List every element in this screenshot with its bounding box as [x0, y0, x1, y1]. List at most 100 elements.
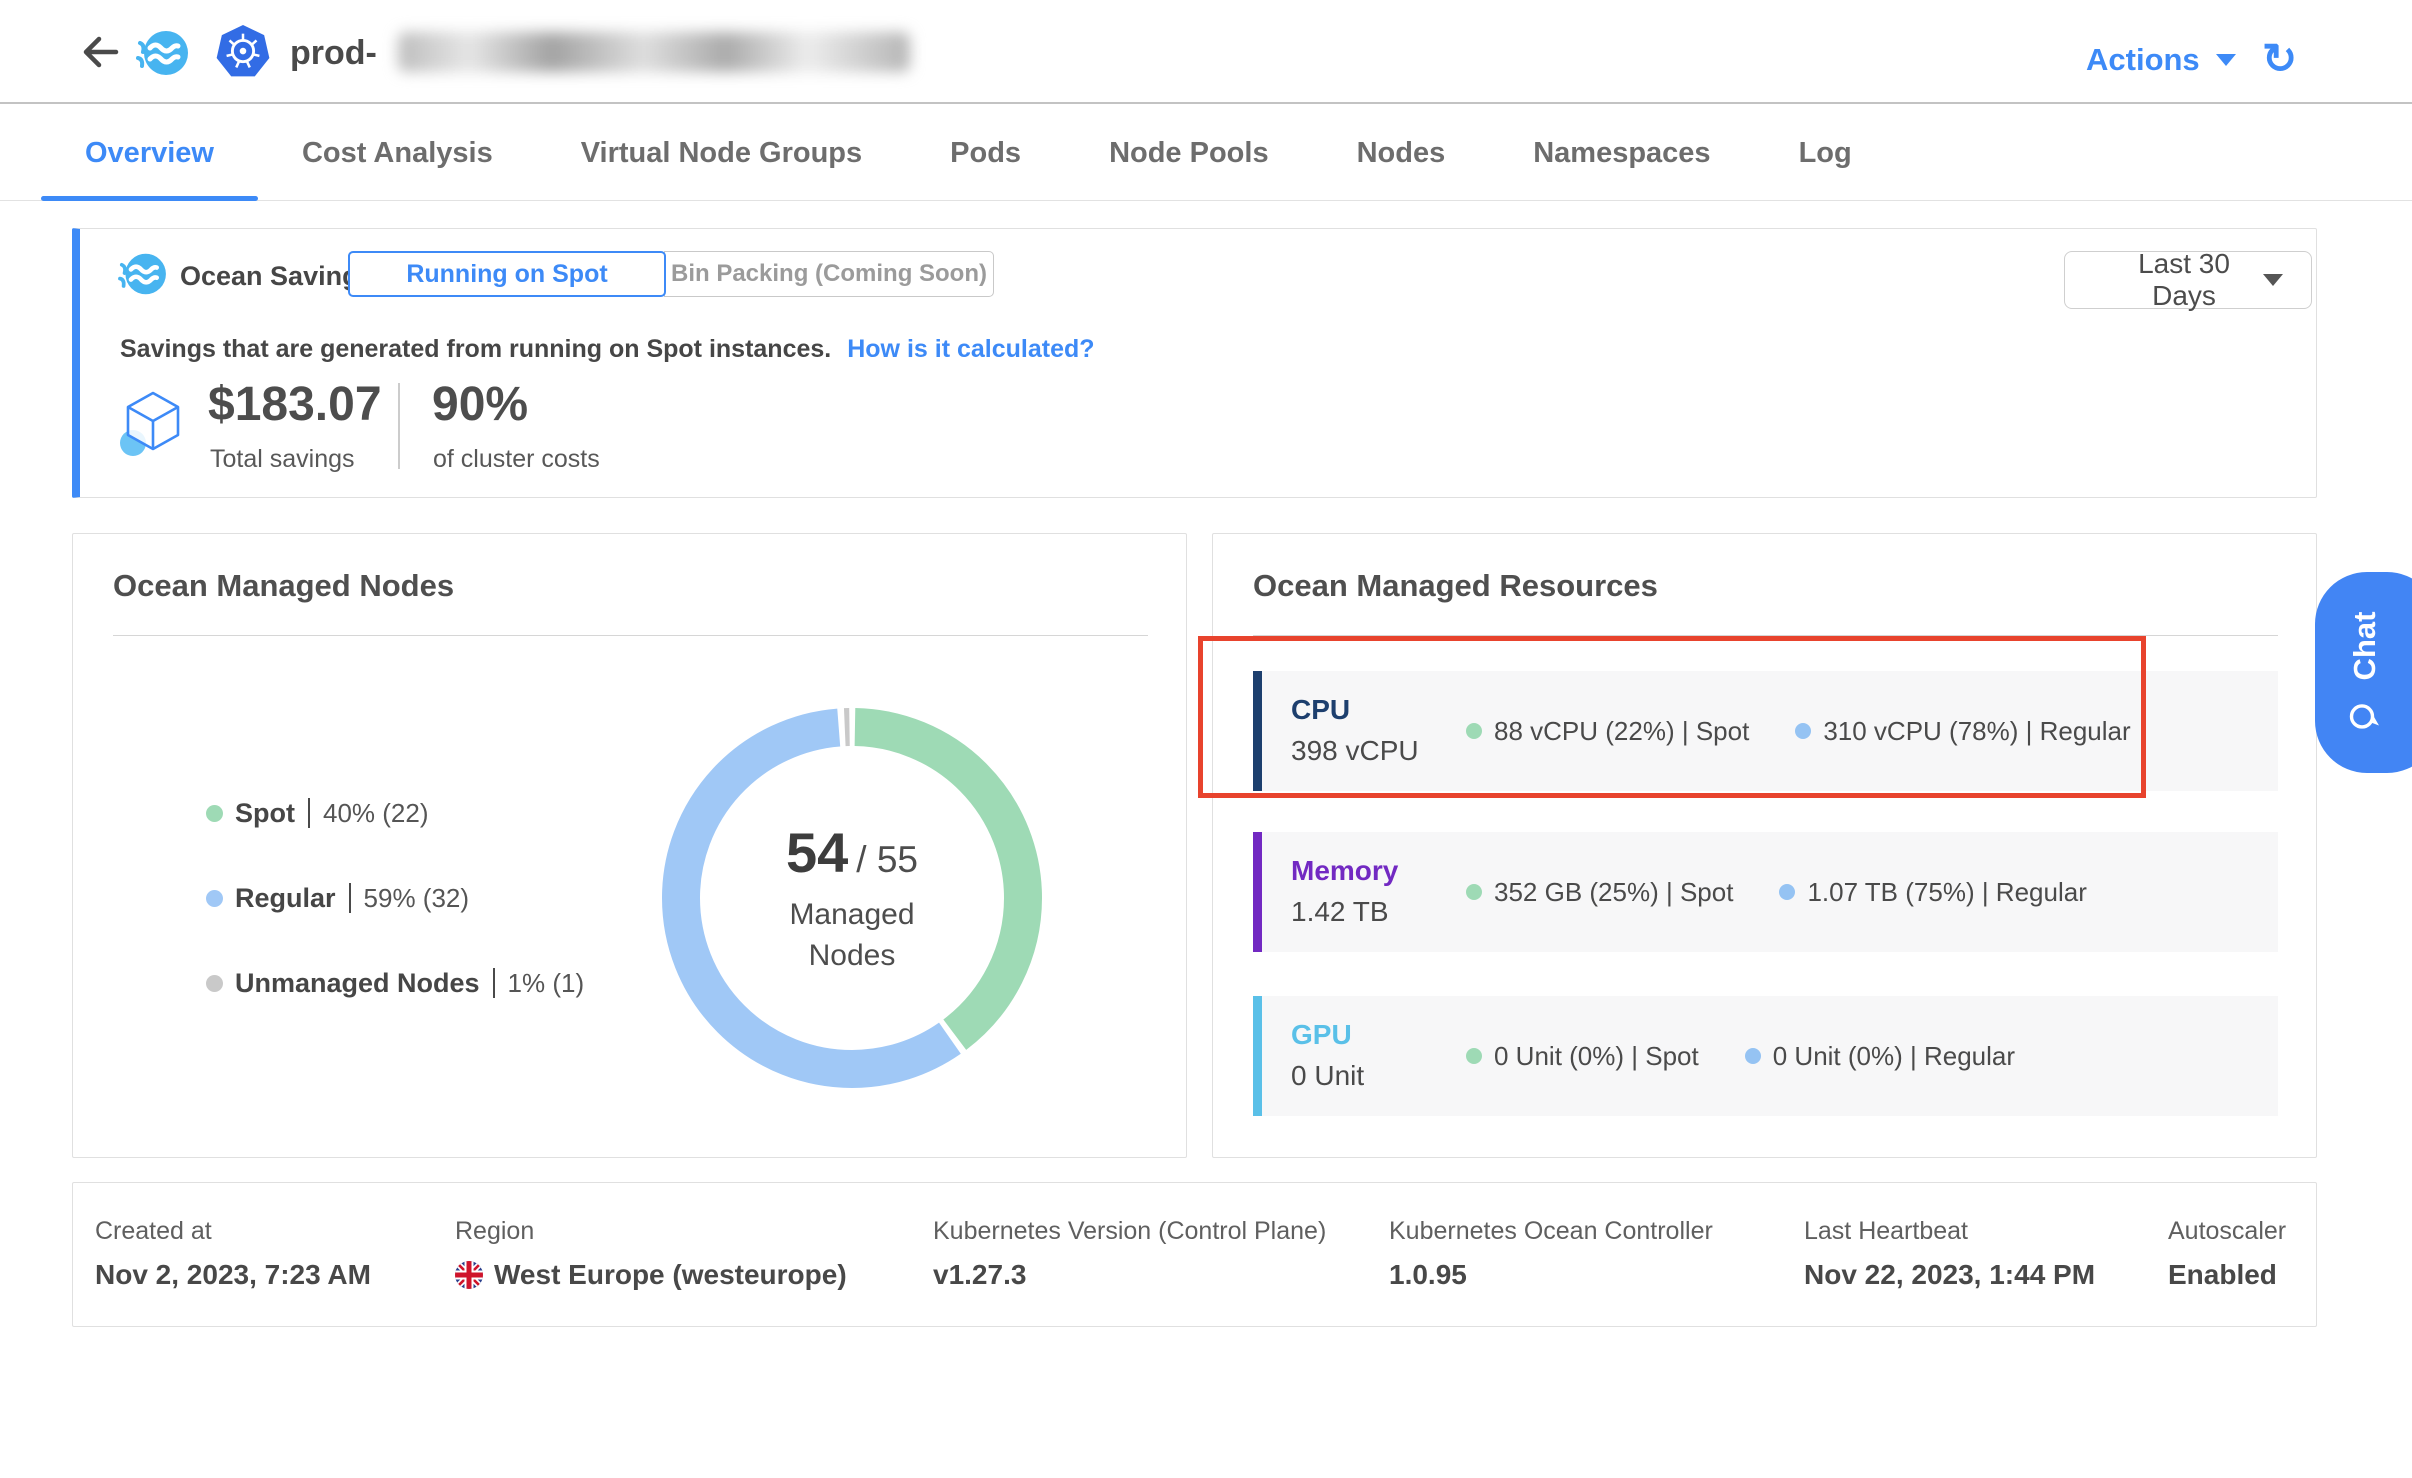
- divider: [1253, 635, 2278, 636]
- refresh-button[interactable]: ↻: [2262, 38, 2297, 80]
- legend-value: 1% (1): [508, 968, 585, 999]
- cluster-cost-percent-label: of cluster costs: [433, 445, 600, 474]
- footer-label: Kubernetes Version (Control Plane): [933, 1217, 1326, 1246]
- actions-button[interactable]: Actions: [2086, 42, 2236, 78]
- legend-value: 59% (32): [364, 883, 470, 914]
- chat-button[interactable]: Chat: [2315, 572, 2412, 773]
- footer-value: 1.0.95: [1389, 1259, 1713, 1291]
- footer-label: Last Heartbeat: [1804, 1217, 2095, 1246]
- tab-virtual-node-groups[interactable]: Virtual Node Groups: [537, 106, 906, 200]
- managed-nodes-panel: Ocean Managed Nodes Spot 40% (22) Regula…: [72, 533, 1187, 1158]
- ocean-logo-icon: [134, 28, 190, 78]
- savings-description: Savings that are generated from running …: [120, 335, 831, 364]
- cpu-regular-stat: 310 vCPU (78%) | Regular: [1823, 716, 2130, 747]
- tab-bar: Overview Cost Analysis Virtual Node Grou…: [0, 106, 2412, 201]
- unmanaged-dot-icon: [206, 975, 223, 992]
- resource-row-gpu: GPU 0 Unit 0 Unit (0%) | Spot 0 Unit (0%…: [1253, 996, 2278, 1116]
- back-arrow-icon: [76, 30, 124, 74]
- cluster-name-redacted: [398, 32, 910, 72]
- footer-ocean-controller: Kubernetes Ocean Controller 1.0.95: [1389, 1217, 1713, 1291]
- memory-spot-stat: 352 GB (25%) | Spot: [1494, 877, 1733, 908]
- vertical-divider: [398, 383, 400, 469]
- chevron-down-icon: [2216, 54, 2236, 66]
- chat-label: Chat: [2347, 611, 2383, 680]
- period-dropdown-value: Last 30 Days: [2105, 248, 2263, 312]
- memory-accent-bar: [1253, 832, 1262, 952]
- memory-total: 1.42 TB: [1291, 896, 1466, 928]
- spot-dot-icon: [1466, 723, 1482, 739]
- actions-label: Actions: [2086, 42, 2200, 78]
- total-savings-value: $183.07: [208, 377, 382, 432]
- cpu-total: 398 vCPU: [1291, 735, 1466, 767]
- memory-name: Memory: [1291, 856, 1466, 887]
- tab-node-pools[interactable]: Node Pools: [1065, 106, 1313, 200]
- legend-separator: [493, 968, 495, 998]
- footer-label: Kubernetes Ocean Controller: [1389, 1217, 1713, 1246]
- chevron-down-icon: [2263, 274, 2283, 286]
- tab-cost-analysis[interactable]: Cost Analysis: [258, 106, 537, 200]
- gpu-spot-stat: 0 Unit (0%) | Spot: [1494, 1041, 1699, 1072]
- header: prod- Actions ↻: [0, 0, 2412, 104]
- managed-nodes-title: Ocean Managed Nodes: [113, 568, 454, 604]
- footer-last-heartbeat: Last Heartbeat Nov 22, 2023, 1:44 PM: [1804, 1217, 2095, 1291]
- back-button[interactable]: [76, 30, 124, 74]
- gpu-regular-stat: 0 Unit (0%) | Regular: [1773, 1041, 2015, 1072]
- tab-namespaces[interactable]: Namespaces: [1489, 106, 1754, 200]
- legend-item-regular[interactable]: Regular 59% (32): [206, 881, 469, 915]
- legend-item-spot[interactable]: Spot 40% (22): [206, 796, 429, 830]
- period-dropdown[interactable]: Last 30 Days: [2064, 251, 2312, 309]
- cluster-info-footer: Created at Nov 2, 2023, 7:23 AM Region W…: [72, 1182, 2317, 1327]
- total-savings-label: Total savings: [210, 445, 355, 474]
- donut-chart-svg: [662, 708, 1042, 1088]
- spot-dot-icon: [206, 805, 223, 822]
- resource-row-cpu: CPU 398 vCPU 88 vCPU (22%) | Spot 310 vC…: [1253, 671, 2278, 791]
- footer-autoscaler: Autoscaler Enabled: [2168, 1217, 2286, 1291]
- resource-row-memory: Memory 1.42 TB 352 GB (25%) | Spot 1.07 …: [1253, 832, 2278, 952]
- legend-label: Spot: [235, 798, 295, 829]
- spot-dot-icon: [1466, 1048, 1482, 1064]
- kubernetes-logo-icon: [214, 24, 272, 80]
- tab-nodes[interactable]: Nodes: [1313, 106, 1490, 200]
- tab-pods[interactable]: Pods: [906, 106, 1065, 200]
- regular-dot-icon: [206, 890, 223, 907]
- ocean-savings-icon: [116, 251, 168, 297]
- toggle-running-on-spot[interactable]: Running on Spot: [348, 251, 666, 297]
- toggle-bin-packing[interactable]: Bin Packing (Coming Soon): [664, 251, 994, 297]
- cluster-cost-percent-value: 90%: [432, 377, 528, 432]
- cpu-spot-stat: 88 vCPU (22%) | Spot: [1494, 716, 1749, 747]
- legend-separator: [349, 883, 351, 913]
- gpu-accent-bar: [1253, 996, 1262, 1116]
- spot-dot-icon: [1466, 884, 1482, 900]
- managed-nodes-donut-chart: 54 / 55 Managed Nodes: [662, 708, 1042, 1088]
- footer-value: v1.27.3: [933, 1259, 1326, 1291]
- legend-label: Unmanaged Nodes: [235, 968, 480, 999]
- footer-value: Enabled: [2168, 1259, 2286, 1291]
- tab-overview[interactable]: Overview: [41, 106, 258, 200]
- managed-resources-title: Ocean Managed Resources: [1253, 568, 1658, 604]
- how-calculated-link[interactable]: How is it calculated?: [847, 335, 1094, 364]
- footer-k8s-version: Kubernetes Version (Control Plane) v1.27…: [933, 1217, 1326, 1291]
- gpu-name: GPU: [1291, 1020, 1466, 1051]
- divider: [113, 635, 1148, 636]
- footer-label: Region: [455, 1217, 847, 1246]
- legend-label: Regular: [235, 883, 336, 914]
- uk-flag-icon: [455, 1261, 483, 1289]
- cpu-accent-bar: [1253, 671, 1262, 791]
- footer-label: Created at: [95, 1217, 371, 1246]
- memory-regular-stat: 1.07 TB (75%) | Regular: [1807, 877, 2086, 908]
- gpu-total: 0 Unit: [1291, 1060, 1466, 1092]
- managed-resources-panel: Ocean Managed Resources CPU 398 vCPU 88 …: [1212, 533, 2317, 1158]
- chat-bubble-icon: [2347, 698, 2383, 734]
- footer-label: Autoscaler: [2168, 1217, 2286, 1246]
- tab-log[interactable]: Log: [1755, 106, 1896, 200]
- footer-created-at: Created at Nov 2, 2023, 7:23 AM: [95, 1217, 371, 1291]
- footer-value: Nov 2, 2023, 7:23 AM: [95, 1259, 371, 1291]
- footer-value: West Europe (westeurope): [494, 1259, 847, 1291]
- savings-toggle: Running on Spot Bin Packing (Coming Soon…: [348, 251, 994, 297]
- legend-separator: [308, 798, 310, 828]
- regular-dot-icon: [1795, 723, 1811, 739]
- cluster-name-prefix: prod-: [290, 34, 377, 73]
- legend-value: 40% (22): [323, 798, 429, 829]
- legend-item-unmanaged[interactable]: Unmanaged Nodes 1% (1): [206, 966, 584, 1000]
- regular-dot-icon: [1779, 884, 1795, 900]
